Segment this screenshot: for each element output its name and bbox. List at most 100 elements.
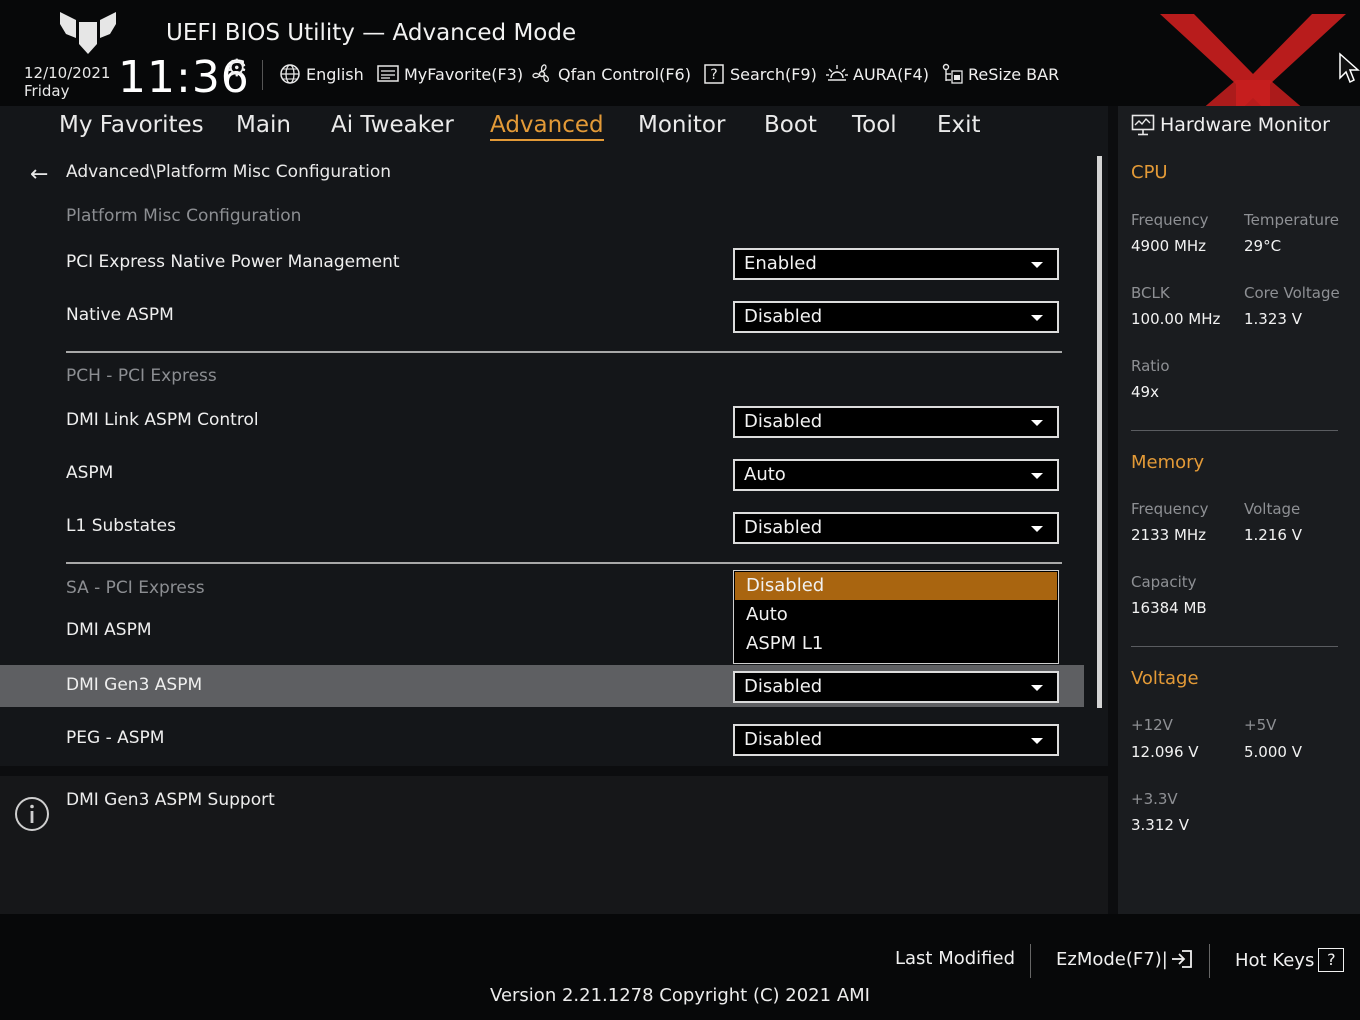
myfavorite-button[interactable]: MyFavorite(F3) <box>376 60 523 88</box>
l1-substates-select[interactable]: Disabled <box>733 512 1059 544</box>
setting-row-peg-aspm[interactable]: PEG - ASPM Disabled <box>0 718 1084 760</box>
hw-divider <box>1131 646 1338 647</box>
aspm-select[interactable]: Auto <box>733 459 1059 491</box>
mouse-cursor-icon <box>1339 52 1360 84</box>
caret-down-icon <box>1031 420 1043 426</box>
settings-scrollbar[interactable] <box>1097 156 1102 708</box>
tab-my-favorites[interactable]: My Favorites <box>59 112 204 138</box>
voltage-12v-label: +12V <box>1131 716 1173 734</box>
breadcrumb: Advanced\Platform Misc Configuration <box>66 162 392 182</box>
setting-label: DMI ASPM <box>66 620 152 640</box>
cpu-bclk-value: 100.00 MHz <box>1131 310 1221 328</box>
resize-bar-icon <box>940 62 964 86</box>
setting-row-dmi-link-aspm-control[interactable]: DMI Link ASPM Control Disabled <box>0 400 1084 442</box>
resize-bar-button[interactable]: ReSize BAR <box>940 60 1059 88</box>
last-modified-button[interactable]: Last Modified <box>895 948 1015 969</box>
select-value: Auto <box>744 464 786 485</box>
select-value: Disabled <box>744 676 823 697</box>
voltage-5v-label: +5V <box>1244 716 1277 734</box>
setting-label: ASPM <box>66 463 114 483</box>
setting-row-pci-express-native-power-management[interactable]: PCI Express Native Power Management Enab… <box>0 242 1084 284</box>
hot-keys-help-icon: ? <box>1318 948 1345 972</box>
cpu-frequency-label: Frequency <box>1131 211 1209 229</box>
tab-boot[interactable]: Boot <box>764 112 817 138</box>
dmi-link-aspm-control-select[interactable]: Disabled <box>733 406 1059 438</box>
hot-keys-label: Hot Keys <box>1235 949 1315 971</box>
setting-row-dmi-gen3-aspm[interactable]: DMI Gen3 ASPM Disabled <box>0 665 1084 707</box>
tab-advanced[interactable]: Advanced <box>490 112 604 141</box>
app-title: UEFI BIOS Utility — Advanced Mode <box>166 20 577 46</box>
setting-row-native-aspm[interactable]: Native ASPM Disabled <box>0 295 1084 337</box>
cpu-core-voltage-value: 1.323 V <box>1244 310 1302 328</box>
memory-frequency-value: 2133 MHz <box>1131 526 1207 544</box>
memory-capacity-label: Capacity <box>1131 573 1197 591</box>
tab-main[interactable]: Main <box>236 112 291 138</box>
cpu-bclk-label: BCLK <box>1131 284 1170 302</box>
resize-bar-label: ReSize BAR <box>968 64 1060 84</box>
version-copyright: Version 2.21.1278 Copyright (C) 2021 AMI <box>490 985 870 1006</box>
language-button[interactable]: English <box>278 60 364 88</box>
dmi-aspm-dropdown-list: Disabled Auto ASPM L1 <box>733 570 1059 664</box>
caret-down-icon <box>1031 315 1043 321</box>
setting-label: PCI Express Native Power Management <box>66 252 400 272</box>
voltage-3v3-value: 3.312 V <box>1131 816 1189 834</box>
svg-text:?: ? <box>710 67 717 83</box>
peg-aspm-select[interactable]: Disabled <box>733 724 1059 756</box>
search-icon: ? <box>702 62 726 86</box>
day-text: Friday <box>24 82 70 100</box>
help-description: DMI Gen3 ASPM Support <box>66 790 275 810</box>
dropdown-option-disabled[interactable]: Disabled <box>735 572 1057 600</box>
info-icon <box>15 797 49 831</box>
ezmode-button[interactable]: EzMode(F7)| <box>1056 948 1194 970</box>
back-arrow-icon[interactable]: ← <box>30 162 48 187</box>
tab-ai-tweaker[interactable]: Ai Tweaker <box>331 112 454 138</box>
footer-separator <box>1030 944 1031 978</box>
qfan-control-button[interactable]: Qfan Control(F6) <box>530 60 691 88</box>
tab-monitor[interactable]: Monitor <box>638 112 725 138</box>
aura-icon <box>825 62 849 86</box>
section-sa-pci-express: SA - PCI Express <box>66 578 205 598</box>
dmi-gen3-aspm-select[interactable]: Disabled <box>733 671 1059 703</box>
memory-capacity-value: 16384 MB <box>1131 599 1207 617</box>
dropdown-option-auto[interactable]: Auto <box>735 601 1057 629</box>
setting-label: PEG - ASPM <box>66 728 165 748</box>
voltage-12v-value: 12.096 V <box>1131 743 1199 761</box>
aura-button[interactable]: AURA(F4) <box>825 60 929 88</box>
hot-keys-button[interactable]: Hot Keys ? <box>1235 948 1345 972</box>
date-display: 12/10/2021 Friday <box>24 64 110 100</box>
clock-settings-gear-icon[interactable]: ⚙ <box>226 54 248 82</box>
aura-label: AURA(F4) <box>853 64 929 84</box>
voltage-5v-value: 5.000 V <box>1244 743 1302 761</box>
caret-down-icon <box>1031 473 1043 479</box>
native-aspm-select[interactable]: Disabled <box>733 301 1059 333</box>
exit-to-ezmode-icon <box>1171 950 1192 968</box>
memory-voltage-label: Voltage <box>1244 500 1301 518</box>
pci-express-native-power-management-select[interactable]: Enabled <box>733 248 1059 280</box>
search-button[interactable]: ? Search(F9) <box>702 60 817 88</box>
setting-row-aspm[interactable]: ASPM Auto <box>0 453 1084 495</box>
header-separator <box>262 60 263 90</box>
setting-label: DMI Link ASPM Control <box>66 410 259 430</box>
section-pch-pci-express: PCH - PCI Express <box>66 366 217 386</box>
search-label: Search(F9) <box>730 64 817 84</box>
myfavorite-label: MyFavorite(F3) <box>404 64 524 84</box>
tab-exit[interactable]: Exit <box>937 112 981 138</box>
caret-down-icon <box>1031 738 1043 744</box>
section-platform-misc-configuration: Platform Misc Configuration <box>66 206 302 226</box>
select-value: Disabled <box>744 306 823 327</box>
select-value: Disabled <box>744 411 823 432</box>
setting-row-l1-substates[interactable]: L1 Substates Disabled <box>0 506 1084 548</box>
caret-down-icon <box>1031 262 1043 268</box>
hw-section-cpu: CPU <box>1131 162 1168 183</box>
favorite-icon <box>376 62 400 86</box>
tuf-logo <box>60 12 116 54</box>
hw-section-memory: Memory <box>1131 452 1205 473</box>
setting-label: Native ASPM <box>66 305 174 325</box>
hw-section-voltage: Voltage <box>1131 668 1199 689</box>
hardware-monitor-title: Hardware Monitor <box>1160 114 1330 136</box>
dropdown-option-aspm-l1[interactable]: ASPM L1 <box>735 630 1057 658</box>
memory-voltage-value: 1.216 V <box>1244 526 1302 544</box>
qfan-control-label: Qfan Control(F6) <box>558 64 691 84</box>
footer-separator <box>1209 944 1210 978</box>
tab-tool[interactable]: Tool <box>852 112 897 138</box>
